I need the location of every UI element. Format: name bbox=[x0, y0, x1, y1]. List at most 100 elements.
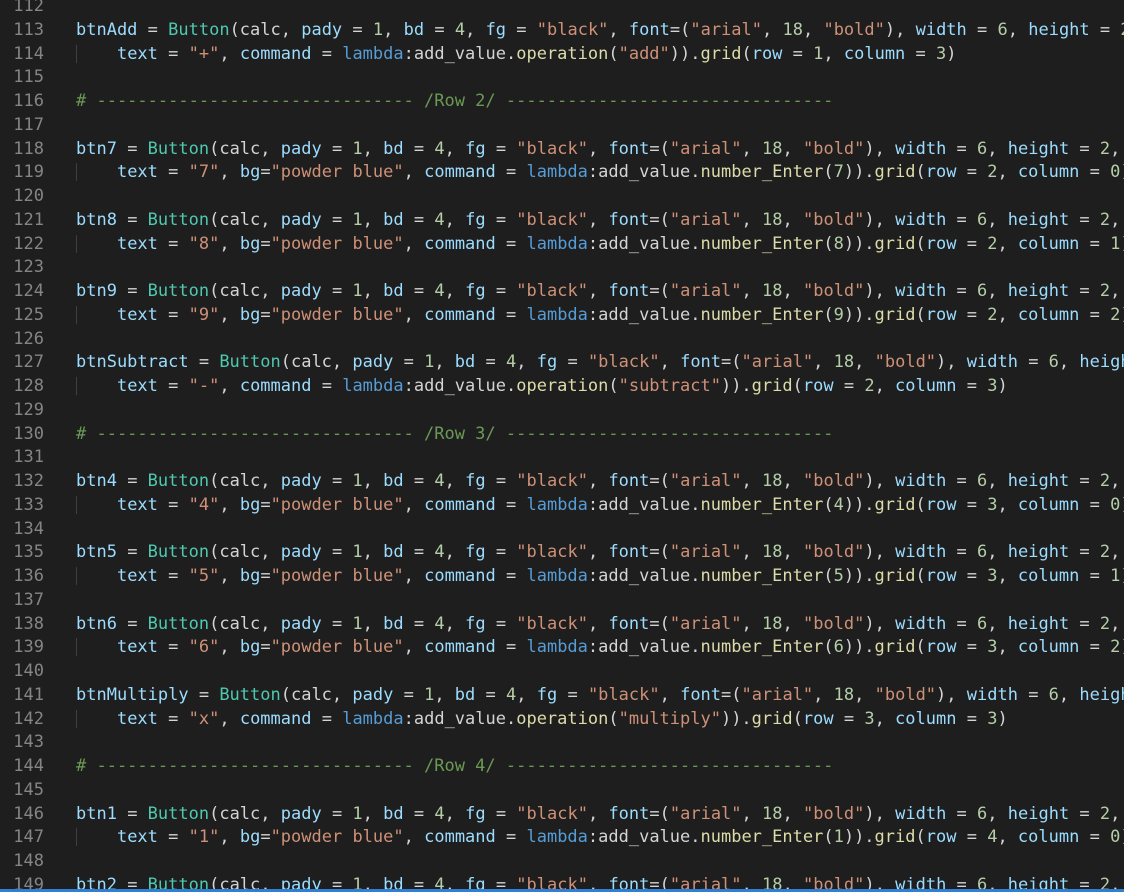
code-token: "add" bbox=[618, 43, 670, 64]
code-line[interactable]: 136 text = "5", bg="powder blue", comman… bbox=[0, 564, 1124, 588]
code-token: # ------------------------------- /Row 2… bbox=[76, 91, 834, 111]
code-token: command bbox=[424, 827, 496, 848]
code-line[interactable]: 141 btnMultiply = Button(calc, pady = 1, … bbox=[0, 683, 1124, 707]
code-line[interactable]: 140 bbox=[0, 659, 1124, 683]
code-token: bg bbox=[239, 566, 261, 586]
code-token: , bbox=[762, 19, 783, 40]
code-token: 4 bbox=[987, 827, 998, 848]
code-token: = bbox=[260, 637, 271, 658]
code-token: bd bbox=[383, 281, 404, 301]
code-line[interactable]: 128 text = "-", command = lambda:add_val… bbox=[0, 374, 1124, 398]
code-token: grid bbox=[874, 827, 916, 848]
code-line[interactable]: 135 btn5 = Button(calc, pady = 1, bd = 4,… bbox=[0, 540, 1124, 564]
code-line[interactable]: 133 text = "4", bg="powder blue", comman… bbox=[0, 493, 1124, 517]
code-token: = bbox=[956, 376, 988, 396]
line-number: 148 bbox=[13, 851, 44, 871]
code-token: row bbox=[925, 637, 957, 658]
code-token: , bbox=[741, 281, 763, 301]
code-token: = bbox=[403, 471, 435, 491]
code-line[interactable]: 112 bbox=[0, 0, 1124, 18]
code-token: 1 bbox=[833, 827, 844, 848]
code-line[interactable]: 146 btn1 = Button(calc, pady = 1, bd = 4,… bbox=[0, 802, 1124, 826]
code-token: , bbox=[1110, 138, 1121, 159]
code-token: 6 bbox=[977, 613, 988, 634]
code-token: = bbox=[1069, 803, 1100, 824]
code-token: , bbox=[741, 471, 763, 491]
code-token: =( bbox=[649, 281, 670, 301]
code-line[interactable]: 121 btn8 = Button(calc, pady = 1, bd = 4,… bbox=[0, 208, 1124, 232]
code-line[interactable]: 144 # ------------------------------- /Ro… bbox=[0, 754, 1124, 778]
code-line[interactable]: 132 btn4 = Button(calc, pady = 1, bd = 4,… bbox=[0, 469, 1124, 493]
code-token: = bbox=[260, 827, 271, 848]
code-token: = bbox=[946, 471, 978, 491]
code-token: = bbox=[116, 281, 148, 301]
code-line[interactable]: 124 btn9 = Button(calc, pady = 1, bd = 4,… bbox=[0, 279, 1124, 303]
code-line[interactable]: 118 btn7 = Button(calc, pady = 1, bd = 4,… bbox=[0, 137, 1124, 161]
code-line[interactable]: 143 bbox=[0, 730, 1124, 754]
code-line[interactable]: 142 text = "x", command = lambda:add_val… bbox=[0, 707, 1124, 731]
code-token: 3 bbox=[864, 708, 875, 729]
code-token: (calc, bbox=[209, 803, 281, 824]
code-token: "x" bbox=[188, 708, 220, 729]
code-token: row bbox=[925, 304, 957, 325]
code-line[interactable]: 138 btn6 = Button(calc, pady = 1, bd = 4,… bbox=[0, 612, 1124, 636]
code-text: btn8 = Button(calc, pady = 1, bd = 4, fg… bbox=[76, 208, 1120, 232]
code-token: font bbox=[608, 138, 650, 159]
code-line[interactable]: 115 bbox=[0, 65, 1124, 89]
code-editor[interactable]: 112 113 btnAdd = Button(calc, pady = 1, bd… bbox=[0, 0, 1124, 892]
code-line[interactable]: 137 bbox=[0, 588, 1124, 612]
code-token: , bbox=[403, 304, 425, 325]
code-line[interactable]: 113 btnAdd = Button(calc, pady = 1, bd = … bbox=[0, 18, 1124, 42]
code-token: = bbox=[485, 803, 517, 824]
code-line[interactable]: 131 bbox=[0, 445, 1124, 469]
code-token: column bbox=[1017, 494, 1080, 515]
code-token: , bbox=[219, 827, 240, 848]
code-token: = bbox=[116, 209, 148, 230]
code-line[interactable]: 129 bbox=[0, 398, 1124, 422]
code-line[interactable]: 134 bbox=[0, 517, 1124, 541]
code-line[interactable]: 147 text = "1", bg="powder blue", comman… bbox=[0, 825, 1124, 849]
code-token: ( bbox=[915, 827, 926, 848]
code-token: , bbox=[854, 684, 875, 705]
code-text: text = "8", bg="powder blue", command = … bbox=[76, 232, 1124, 256]
code-text: btn5 = Button(calc, pady = 1, bd = 4, fg… bbox=[76, 540, 1120, 564]
code-token: = bbox=[116, 803, 148, 824]
code-token: command bbox=[424, 162, 496, 183]
code-token: command bbox=[424, 304, 496, 325]
code-token: = bbox=[485, 471, 517, 491]
code-token: , bbox=[587, 471, 609, 491]
code-line[interactable]: 116 # ------------------------------- /Ro… bbox=[0, 89, 1124, 113]
code-line[interactable]: 114 text = "+", command = lambda:add_val… bbox=[0, 42, 1124, 66]
code-line[interactable]: 145 bbox=[0, 778, 1124, 802]
code-line[interactable]: 120 bbox=[0, 184, 1124, 208]
code-line[interactable]: 119 text = "7", bg="powder blue", comman… bbox=[0, 160, 1124, 184]
code-token: row bbox=[925, 827, 957, 848]
code-token: :add_value. bbox=[403, 376, 517, 396]
code-token: = bbox=[1079, 637, 1111, 658]
code-token: ), bbox=[884, 19, 916, 40]
code-line[interactable]: 148 bbox=[0, 849, 1124, 873]
code-token: fg bbox=[465, 613, 486, 634]
code-token: "1" bbox=[188, 827, 220, 848]
code-token: , bbox=[782, 542, 803, 563]
code-line[interactable]: 123 bbox=[0, 255, 1124, 279]
code-line[interactable]: 117 bbox=[0, 113, 1124, 137]
code-line[interactable]: 125 text = "9", bg="powder blue", comman… bbox=[0, 303, 1124, 327]
code-token: = bbox=[403, 613, 435, 634]
code-token: = bbox=[321, 613, 353, 634]
code-token: height bbox=[1007, 542, 1070, 563]
code-token: text bbox=[116, 708, 158, 729]
code-line[interactable]: 139 text = "6", bg="powder blue", comman… bbox=[0, 635, 1124, 659]
code-token: = bbox=[557, 352, 588, 373]
code-line[interactable]: 126 bbox=[0, 327, 1124, 351]
code-token: 2 bbox=[1099, 138, 1111, 159]
code-line[interactable]: 130 # ------------------------------- /Ro… bbox=[0, 422, 1124, 446]
code-token: , bbox=[741, 803, 763, 824]
code-token: lambda bbox=[342, 376, 404, 396]
code-line[interactable]: 122 text = "8", bg="powder blue", comman… bbox=[0, 232, 1124, 256]
code-line[interactable]: 127 btnSubtract = Button(calc, pady = 1, … bbox=[0, 350, 1124, 374]
code-token: ( bbox=[823, 304, 834, 325]
code-token: , bbox=[434, 352, 455, 373]
code-token: number_Enter bbox=[700, 304, 824, 325]
